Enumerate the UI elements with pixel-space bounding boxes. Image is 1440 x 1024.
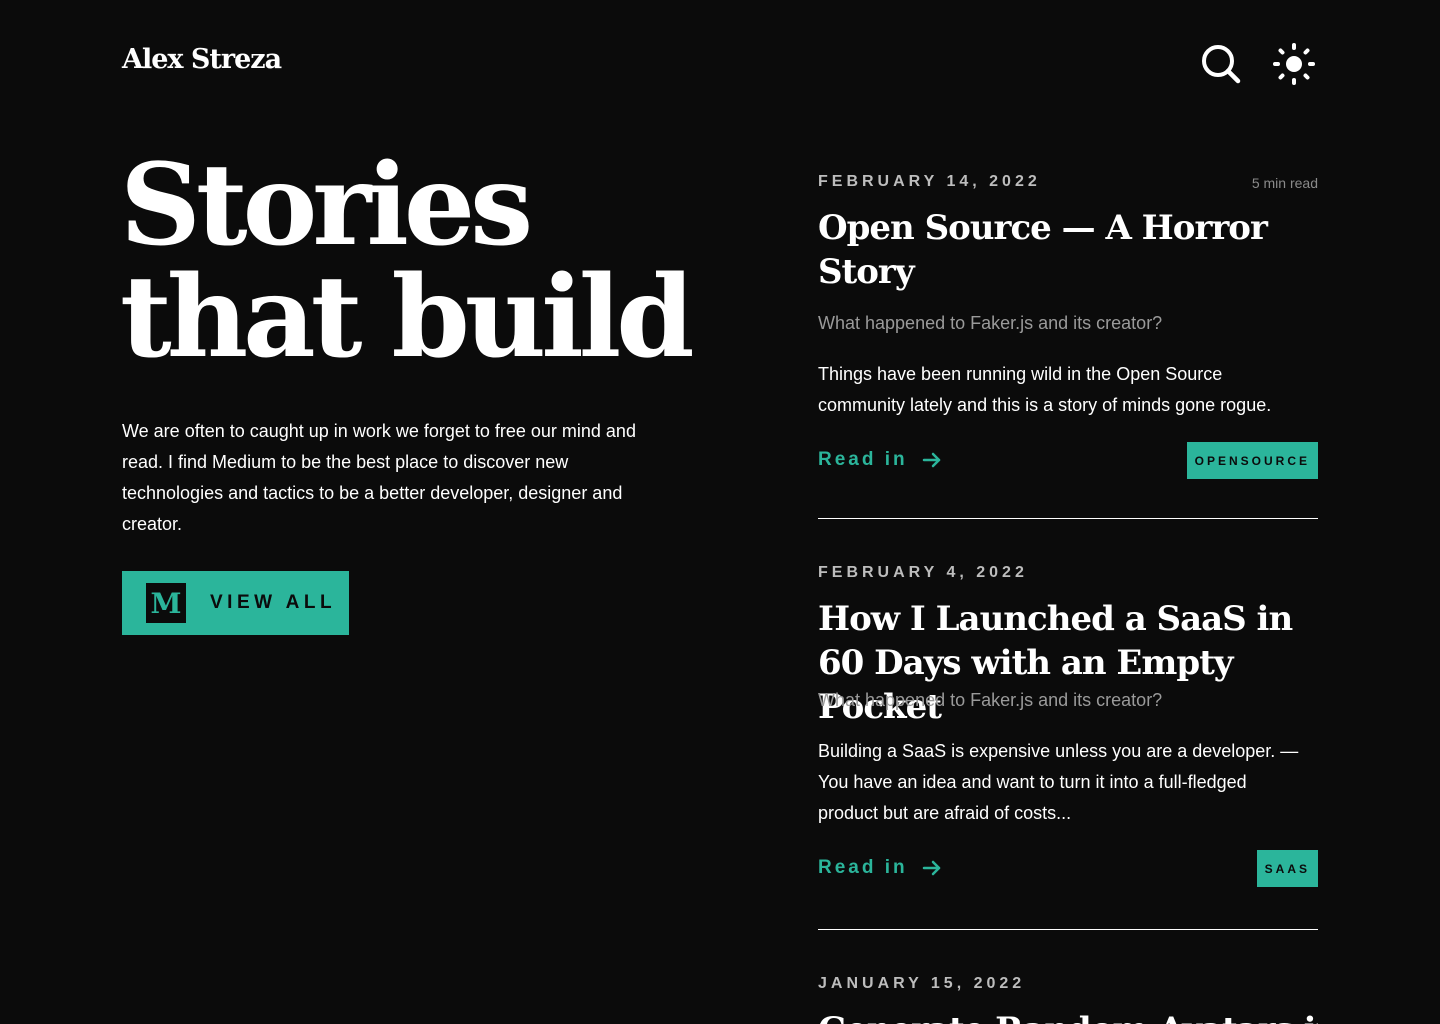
arrow-right-icon [922, 860, 940, 876]
view-all-button[interactable]: M VIEW ALL [122, 571, 349, 635]
hero-title-line-1: Stories [120, 140, 533, 271]
view-all-label: VIEW ALL [210, 592, 337, 613]
hero-title: Stories that build [120, 150, 740, 374]
article-read-time: 5 min read [1251, 175, 1318, 191]
arrow-right-icon [922, 452, 940, 468]
article-excerpt: Things have been running wild in the Ope… [818, 364, 1272, 415]
article-card: JANUARY 15, 2022 Generate Random Avatars… [818, 975, 1318, 1024]
article-tag[interactable]: SAAS [1256, 850, 1318, 887]
article-date: JANUARY 15, 2022 [818, 975, 1026, 992]
read-in-link[interactable]: Read in [818, 857, 942, 879]
article-title[interactable]: Generate Random Avatars in [818, 1008, 1318, 1024]
article-card: FEBRUARY 4, 2022 How I Launched a SaaS i… [818, 563, 1318, 930]
article-card: FEBRUARY 14, 2022 5 min read Open Source… [818, 172, 1318, 519]
read-in-label: Read in [818, 449, 908, 470]
article-date: FEBRUARY 4, 2022 [818, 564, 1028, 581]
page: Alex Streza Stories that build We are of… [0, 0, 1440, 1024]
article-subtitle: What happened to Faker.js and its creato… [818, 690, 1163, 710]
search-button[interactable] [1197, 40, 1245, 88]
article-excerpt: Building a SaaS is expensive unless you … [818, 741, 1299, 823]
site-brand[interactable]: Alex Streza [122, 44, 282, 75]
article-divider [818, 929, 1318, 930]
article-date: FEBRUARY 14, 2022 [818, 173, 1041, 190]
read-in-link[interactable]: Read in [818, 449, 942, 471]
sun-icon [1273, 43, 1315, 85]
medium-logo-icon: M [146, 583, 186, 623]
article-subtitle: What happened to Faker.js and its creato… [818, 313, 1163, 333]
theme-toggle-button[interactable] [1270, 40, 1318, 88]
hero-title-line-2: that build [120, 252, 695, 383]
article-title[interactable]: Open Source — A Horror Story [818, 206, 1318, 294]
search-icon [1202, 45, 1241, 84]
read-in-label: Read in [818, 857, 908, 878]
article-tag[interactable]: OPENSOURCE [1186, 442, 1318, 479]
article-divider [818, 518, 1318, 519]
hero-description: We are often to caught up in work we for… [122, 421, 636, 534]
